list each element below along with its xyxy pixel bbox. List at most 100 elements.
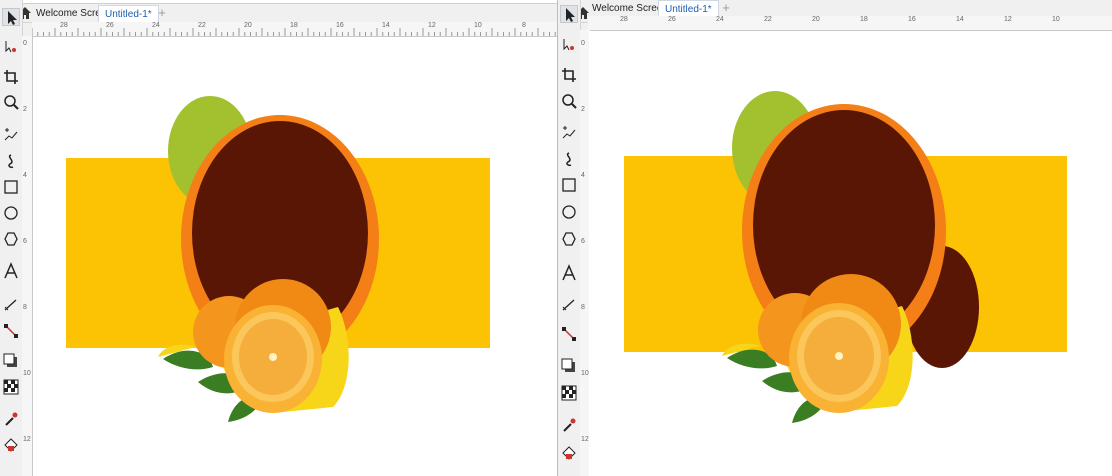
artistic-media-button[interactable]	[560, 150, 578, 168]
zoom-tool-icon	[4, 95, 19, 110]
ruler-label: 8	[581, 304, 585, 311]
document-tab-bar: Welcome Screen Untitled-1* +	[0, 0, 557, 23]
ruler-label: 12	[581, 436, 589, 443]
shape-tool-button[interactable]	[560, 36, 578, 54]
eyedropper-button[interactable]	[560, 416, 578, 434]
drawing-canvas[interactable]	[33, 37, 557, 476]
pick-tool-button[interactable]	[2, 8, 20, 26]
zoom-tool-button[interactable]	[2, 93, 20, 111]
artwork-left	[66, 96, 490, 422]
ruler-label: 14	[382, 22, 390, 29]
freehand-tool-button[interactable]	[2, 126, 20, 144]
parallel-dimension-button[interactable]	[2, 296, 20, 314]
crop-tool-button[interactable]	[2, 68, 20, 86]
eyedropper-button[interactable]	[2, 410, 20, 428]
transparency-button[interactable]	[2, 378, 20, 396]
ellipse-tool-icon	[4, 206, 18, 220]
eyedropper-icon	[5, 412, 18, 426]
connector-tool-icon	[4, 324, 18, 338]
polygon-tool-icon	[4, 232, 18, 246]
shape-tool-button[interactable]	[2, 38, 20, 56]
ruler-label: 16	[336, 22, 344, 29]
ruler-label: 6	[23, 238, 27, 245]
ellipse-tool-button[interactable]	[560, 203, 578, 221]
interactive-fill-icon	[562, 446, 576, 460]
polygon-tool-icon	[562, 232, 576, 246]
artistic-media-button[interactable]	[2, 152, 20, 170]
ruler-label: 24	[152, 22, 160, 29]
interactive-fill-button[interactable]	[2, 436, 20, 454]
ruler-label: 12	[23, 436, 31, 443]
drawing-canvas[interactable]	[589, 31, 1112, 476]
artistic-media-icon	[8, 154, 14, 168]
crop-tool-icon	[562, 68, 576, 82]
toolbox	[0, 0, 23, 476]
ruler-label: 18	[860, 16, 868, 23]
shape-tool-icon	[563, 39, 574, 51]
toolbox	[558, 0, 581, 476]
interactive-fill-icon	[4, 438, 18, 452]
ruler-label: 28	[620, 16, 628, 23]
transparency-button[interactable]	[560, 384, 578, 402]
parallel-dimension-icon	[562, 299, 575, 311]
artwork-right	[624, 91, 1067, 423]
top-strip	[0, 0, 557, 4]
connector-tool-button[interactable]	[2, 322, 20, 340]
add-tab-button[interactable]: +	[720, 1, 732, 14]
ruler-label: 12	[1004, 16, 1012, 23]
horizontal-ruler: 28 26 24 22 20 18 16 14 12 10	[588, 16, 1112, 31]
ruler-label: 10	[23, 370, 31, 377]
parallel-dimension-button[interactable]	[560, 296, 578, 314]
eyedropper-icon	[563, 418, 576, 432]
text-tool-icon	[562, 264, 576, 281]
ruler-label: 0	[23, 40, 27, 47]
freehand-tool-icon	[4, 128, 18, 141]
ruler-label: 8	[522, 22, 526, 29]
pick-tool-icon	[8, 11, 17, 25]
text-tool-button[interactable]	[2, 262, 20, 280]
transparency-icon	[3, 379, 19, 395]
zoom-tool-button[interactable]	[560, 92, 578, 110]
ruler-label: 2	[23, 106, 27, 113]
text-tool-icon	[4, 262, 18, 279]
ruler-label: 20	[244, 22, 252, 29]
ruler-label: 24	[716, 16, 724, 23]
ruler-label: 4	[23, 172, 27, 179]
crop-tool-button[interactable]	[560, 66, 578, 84]
drop-shadow-button[interactable]	[2, 352, 20, 370]
ruler-label: 4	[581, 172, 585, 179]
polygon-tool-button[interactable]	[2, 230, 20, 248]
freehand-tool-button[interactable]	[560, 124, 578, 142]
ruler-label: 0	[581, 40, 585, 47]
right-document-window: Welcome Screen Untitled-1* + 28 26 24 22…	[558, 0, 1112, 476]
text-tool-button[interactable]	[560, 264, 578, 282]
drop-shadow-icon	[3, 353, 17, 367]
rectangle-tool-icon	[562, 178, 576, 192]
connector-tool-icon	[562, 327, 576, 341]
rectangle-tool-button[interactable]	[560, 176, 578, 194]
connector-tool-button[interactable]	[560, 325, 578, 343]
drop-shadow-button[interactable]	[560, 357, 578, 375]
shape-tool-icon	[5, 41, 16, 53]
transparency-icon	[561, 385, 577, 401]
pick-tool-button[interactable]	[560, 5, 578, 23]
ruler-label: 8	[23, 304, 27, 311]
polygon-tool-button[interactable]	[560, 230, 578, 248]
interactive-fill-button[interactable]	[560, 444, 578, 462]
ellipse-tool-button[interactable]	[2, 204, 20, 222]
ruler-label: 18	[290, 22, 298, 29]
add-tab-button[interactable]: +	[156, 6, 168, 19]
tab-untitled-1[interactable]: Untitled-1*	[98, 5, 159, 23]
ruler-label: 22	[198, 22, 206, 29]
vertical-ruler: 0 2 4 6 8 10 12	[22, 36, 33, 476]
horizontal-ruler: 28 26 24 22 20 18 16 14 12 10 8	[32, 22, 557, 37]
rectangle-tool-button[interactable]	[2, 178, 20, 196]
left-document-window: Welcome Screen Untitled-1* + 28 26 24 22…	[0, 0, 558, 476]
ruler-label: 26	[106, 22, 114, 29]
parallel-dimension-icon	[4, 299, 17, 311]
ruler-label: 22	[764, 16, 772, 23]
crop-tool-icon	[4, 70, 18, 84]
ruler-label: 12	[428, 22, 436, 29]
ruler-label: 6	[581, 238, 585, 245]
ruler-label: 2	[581, 106, 585, 113]
